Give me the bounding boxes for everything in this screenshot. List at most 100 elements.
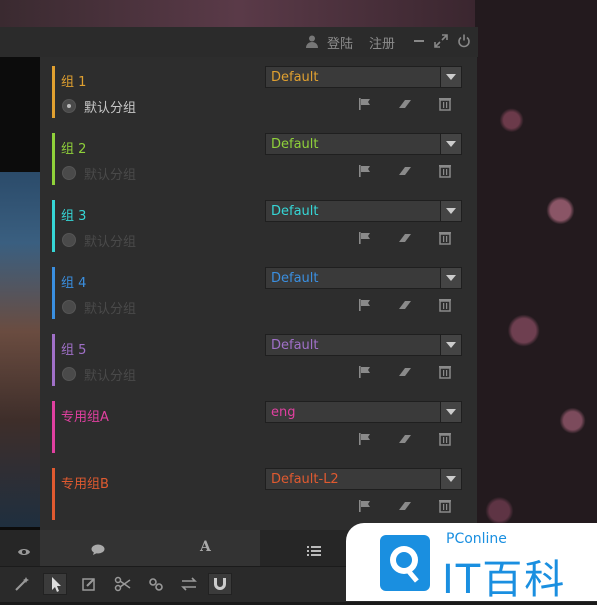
group-select[interactable]: eng [265,401,462,423]
background-wallpaper [475,0,597,601]
default-group-label: 默认分组 [84,302,137,317]
default-group-label: 默认分组 [84,369,137,384]
group-name[interactable]: 组 2 [61,138,86,157]
pointer-icon[interactable] [43,573,67,595]
group-select-value: Default [271,204,319,219]
flag-icon[interactable] [357,364,373,380]
flag-icon[interactable] [357,230,373,246]
group-select-value: Default-L2 [271,472,339,487]
eraser-icon[interactable] [397,163,413,179]
edit-icon[interactable] [77,573,101,595]
chevron-down-icon[interactable] [440,268,461,288]
group-item: 专用组A eng [52,401,472,456]
chevron-down-icon[interactable] [440,201,461,221]
scissors-icon[interactable] [111,573,135,595]
tab-visibility[interactable] [0,530,40,566]
eraser-icon[interactable] [397,297,413,313]
chevron-down-icon[interactable] [440,335,461,355]
magnet-icon[interactable] [208,573,232,595]
search-icon [380,535,430,591]
default-radio[interactable] [62,300,76,314]
group-color-bar [52,133,55,185]
brand-watermark: PConline IT百科 [346,523,597,603]
magic-wand-icon[interactable] [10,573,34,595]
group-name[interactable]: 专用组A [61,406,109,425]
group-select[interactable]: Default-L2 [265,468,462,490]
trash-icon[interactable] [437,230,453,246]
group-panel: 组 1 默认分组 Default 组 2 默认分组 Default 组 3 默认… [40,57,477,530]
link-icon[interactable] [144,573,168,595]
flag-icon[interactable] [357,297,373,313]
title-bar: 登陆 注册 [0,27,478,58]
video-frame [0,172,40,527]
group-color-bar [52,334,55,386]
group-actions [357,230,457,246]
default-group-label: 默认分组 [84,235,137,250]
trash-icon[interactable] [437,431,453,447]
group-actions [357,431,457,447]
group-color-bar [52,401,55,453]
group-color-bar [52,66,55,118]
trash-icon[interactable] [437,364,453,380]
group-select[interactable]: Default [265,133,462,155]
register-link[interactable]: 注册 [369,33,395,52]
group-item: 组 4 默认分组 Default [52,267,472,322]
flag-icon[interactable] [357,96,373,112]
font-icon: A [200,539,211,555]
trash-icon[interactable] [437,498,453,514]
group-name[interactable]: 专用组B [61,473,109,492]
group-select[interactable]: Default [265,267,462,289]
group-select[interactable]: Default [265,334,462,356]
default-group-label: 默认分组 [84,101,137,116]
group-item: 组 1 默认分组 Default [52,66,472,121]
video-preview [0,57,40,530]
eraser-icon[interactable] [397,431,413,447]
group-select[interactable]: Default [265,66,462,88]
default-radio[interactable] [62,233,76,247]
trash-icon[interactable] [437,163,453,179]
chevron-down-icon[interactable] [440,67,461,87]
chat-icon [91,541,105,560]
trash-icon[interactable] [437,96,453,112]
group-name[interactable]: 组 4 [61,272,86,291]
group-name[interactable]: 组 3 [61,205,86,224]
default-radio[interactable] [62,367,76,381]
eye-icon [17,542,31,561]
flag-icon[interactable] [357,431,373,447]
group-actions [357,498,457,514]
brand-itbaike: IT百科 [442,557,567,603]
group-name[interactable]: 组 5 [61,339,86,358]
default-group-label: 默认分组 [84,168,137,183]
eraser-icon[interactable] [397,96,413,112]
brand-pconline: PConline [446,531,507,547]
list-icon [307,542,321,561]
user-icon[interactable] [305,34,319,52]
group-actions [357,364,457,380]
swap-icon[interactable] [177,573,201,595]
chevron-down-icon[interactable] [440,134,461,154]
group-select-value: Default [271,137,319,152]
tab-chat[interactable]: A [40,530,260,566]
group-select[interactable]: Default [265,200,462,222]
default-radio[interactable] [62,166,76,180]
group-item: 组 3 默认分组 Default [52,200,472,255]
eraser-icon[interactable] [397,498,413,514]
power-icon[interactable] [457,34,471,52]
flag-icon[interactable] [357,498,373,514]
group-name[interactable]: 组 1 [61,71,86,90]
group-item: 专用组B Default-L2 [52,468,472,523]
eraser-icon[interactable] [397,230,413,246]
flag-icon[interactable] [357,163,373,179]
eraser-icon[interactable] [397,364,413,380]
expand-icon[interactable] [434,34,448,52]
trash-icon[interactable] [437,297,453,313]
minimize-icon[interactable] [413,35,425,51]
default-radio[interactable] [62,99,76,113]
login-link[interactable]: 登陆 [327,33,353,52]
group-color-bar [52,468,55,520]
chevron-down-icon[interactable] [440,402,461,422]
group-color-bar [52,200,55,252]
chevron-down-icon[interactable] [440,469,461,489]
group-actions [357,163,457,179]
group-select-value: Default [271,338,319,353]
